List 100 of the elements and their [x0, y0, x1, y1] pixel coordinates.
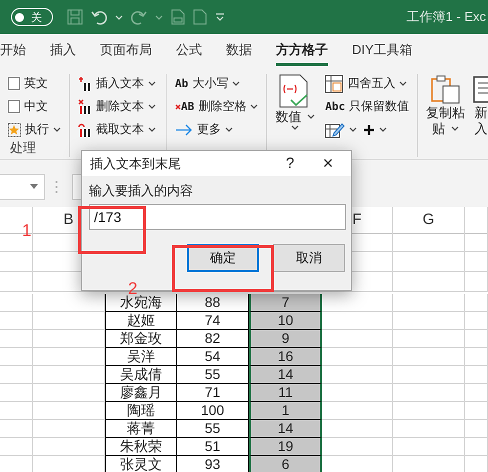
clipboard-icon[interactable]	[430, 74, 461, 104]
grid-cell[interactable]	[33, 312, 105, 330]
grid-cell[interactable]	[465, 348, 488, 366]
ribbon-button[interactable]: 中文	[8, 97, 61, 116]
ribbon-button[interactable]: 执行	[8, 120, 61, 139]
ribbon-button[interactable]: 新 入	[473, 74, 488, 157]
grid-cell[interactable]	[322, 348, 393, 366]
ribbon-button[interactable]: 截取文本	[78, 120, 156, 139]
grid-cell[interactable]	[322, 312, 393, 330]
grid-cell[interactable]	[33, 294, 105, 312]
ribbon-button[interactable]: 英文	[8, 74, 61, 93]
grid-cell[interactable]	[0, 420, 33, 438]
insert-text-icon[interactable]	[78, 76, 92, 92]
name-box[interactable]	[0, 174, 45, 200]
checkbox-icon[interactable]	[8, 77, 20, 90]
grid-cell[interactable]	[393, 366, 465, 384]
ribbon-tab[interactable]: 页面布局	[100, 34, 152, 66]
grid-cell[interactable]	[393, 232, 465, 252]
grid-cell[interactable]	[465, 384, 488, 402]
ribbon-button[interactable]: 插入文本	[78, 74, 156, 93]
grid-cell[interactable]	[465, 272, 488, 292]
column-header[interactable]: G	[393, 207, 465, 234]
redo-icon[interactable]	[131, 9, 147, 25]
undo-icon[interactable]	[91, 9, 107, 25]
grid-cell[interactable]	[465, 294, 488, 312]
grid-cell[interactable]	[0, 330, 33, 348]
checkbox-icon[interactable]	[8, 100, 20, 113]
grid-cell[interactable]	[393, 438, 465, 456]
input-field[interactable]: /173	[89, 204, 346, 230]
grid-cell[interactable]	[465, 252, 488, 272]
grid-cell[interactable]	[322, 366, 393, 384]
grid-cell[interactable]	[393, 272, 465, 292]
ribbon-button[interactable]: Abc 只保留数值	[325, 97, 410, 116]
ribbon-button[interactable]: 更多	[175, 120, 258, 139]
ribbon-tab[interactable]: 公式	[176, 34, 202, 66]
grid-cell[interactable]	[465, 232, 488, 252]
grid-cell[interactable]	[322, 384, 393, 402]
grid-cell[interactable]	[322, 294, 393, 312]
delete-text-icon[interactable]	[78, 98, 92, 114]
ribbon-button[interactable]: 删除文本	[78, 97, 156, 116]
arrow-icon[interactable]	[175, 124, 193, 136]
grid-cell[interactable]	[0, 438, 33, 456]
grid-cell[interactable]	[393, 252, 465, 272]
table-edit-icon[interactable]	[325, 120, 346, 138]
grid-cell[interactable]	[393, 384, 465, 402]
grid-cell[interactable]	[0, 348, 33, 366]
ribbon-tab[interactable]: 插入	[50, 34, 76, 66]
grid-cell[interactable]	[0, 252, 33, 272]
grid-cell[interactable]	[393, 330, 465, 348]
grid-cell[interactable]	[393, 420, 465, 438]
customize-icon[interactable]	[215, 13, 225, 21]
grid-cell[interactable]	[33, 402, 105, 420]
grid-cell[interactable]	[322, 420, 393, 438]
grid-cell[interactable]	[393, 312, 465, 330]
grid-cell[interactable]	[33, 420, 105, 438]
grid-cell[interactable]	[465, 420, 488, 438]
grid-cell[interactable]	[0, 384, 33, 402]
extract-text-icon[interactable]	[78, 122, 92, 138]
save-icon[interactable]	[67, 9, 83, 25]
ribbon-tab[interactable]: DIY工具箱	[352, 34, 413, 66]
grid-cell[interactable]	[0, 312, 33, 330]
column-header[interactable]	[465, 207, 488, 234]
grid-cell[interactable]	[33, 366, 105, 384]
plus-icon[interactable]	[363, 124, 376, 136]
grid-cell[interactable]	[322, 330, 393, 348]
grid-cell[interactable]	[0, 272, 33, 292]
grid-cell[interactable]	[465, 312, 488, 330]
grid-cell[interactable]	[33, 438, 105, 456]
ribbon-button[interactable]: Ab 大小写	[175, 74, 258, 93]
sheet-icon[interactable]	[473, 74, 488, 104]
grid-cell[interactable]	[0, 402, 33, 420]
star-icon[interactable]	[8, 122, 21, 136]
table-cell: 6	[249, 456, 322, 472]
grid-cell[interactable]	[0, 294, 33, 312]
grid-cell[interactable]	[0, 366, 33, 384]
table-cell: 1	[249, 402, 322, 420]
document-icon[interactable]	[193, 9, 207, 25]
grid-cell[interactable]	[322, 402, 393, 420]
drag-handle-icon[interactable]	[55, 180, 58, 194]
grid-cell[interactable]	[393, 402, 465, 420]
grid-cell[interactable]	[33, 384, 105, 402]
ribbon-tab[interactable]: 数据	[226, 34, 252, 66]
grid-cell[interactable]	[393, 348, 465, 366]
autosave-toggle[interactable]: 关	[11, 8, 53, 26]
ribbon-button[interactable]: 复制粘 贴	[426, 74, 466, 157]
round-icon[interactable]	[325, 74, 344, 92]
grid-cell[interactable]	[465, 402, 488, 420]
column-header[interactable]	[0, 207, 33, 234]
grid-cell[interactable]	[465, 438, 488, 456]
grid-cell[interactable]	[322, 438, 393, 456]
grid-cell[interactable]	[465, 330, 488, 348]
grid-cell[interactable]	[465, 366, 488, 384]
grid-cell[interactable]	[393, 294, 465, 312]
ribbon-tab[interactable]: 开始	[0, 34, 26, 66]
ribbon-button[interactable]: 四舍五入	[325, 74, 410, 93]
grid-cell[interactable]	[33, 330, 105, 348]
cancel-button[interactable]: 取消	[273, 244, 345, 272]
print-preview-icon[interactable]	[171, 9, 185, 25]
ribbon-button[interactable]: AB 删除空格	[175, 97, 258, 116]
grid-cell[interactable]	[33, 348, 105, 366]
